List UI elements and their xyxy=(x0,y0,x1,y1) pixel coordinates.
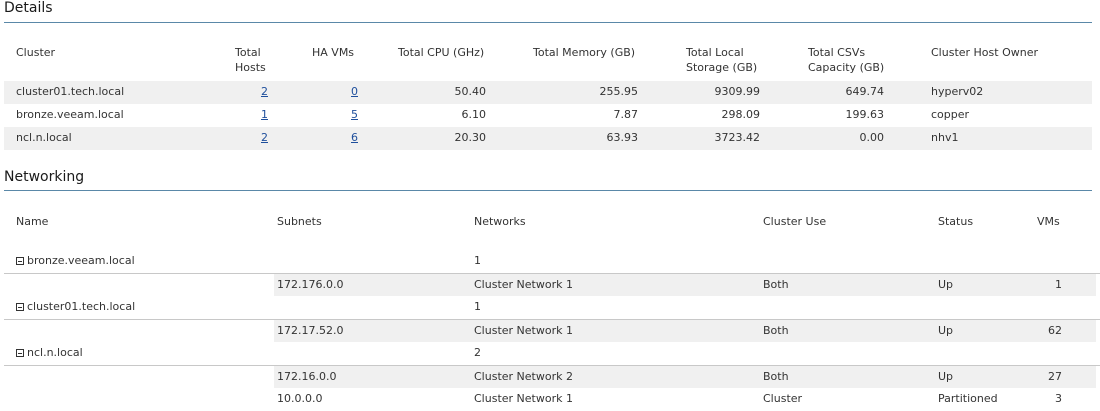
network-name: Cluster Network 1 xyxy=(474,392,573,405)
group-network-count: 1 xyxy=(474,254,481,267)
cluster-use: Both xyxy=(763,278,789,291)
header-ha-vms: HA VMs xyxy=(312,46,355,59)
networking-section-title: Networking xyxy=(4,169,85,185)
total-memory: 63.93 xyxy=(606,131,639,144)
cluster-host-owner: copper xyxy=(931,108,970,121)
group-name[interactable]: ncl.n.local xyxy=(16,346,83,360)
collapse-icon[interactable] xyxy=(16,303,24,311)
network-status: Partitioned xyxy=(938,392,998,405)
subnet: 10.0.0.0 xyxy=(277,392,323,405)
total-memory: 7.87 xyxy=(613,108,639,121)
header-name: Name xyxy=(16,215,49,228)
total-cpu: 6.10 xyxy=(461,108,487,121)
header-status: Status xyxy=(938,215,974,228)
network-name: Cluster Network 1 xyxy=(474,278,573,291)
network-name: Cluster Network 2 xyxy=(474,370,573,383)
total-local-storage: 298.09 xyxy=(721,108,761,121)
total-hosts-link[interactable]: 2 xyxy=(238,85,268,99)
ha-vms-link[interactable]: 5 xyxy=(328,108,358,122)
ha-vms-link[interactable]: 6 xyxy=(328,131,358,145)
details-divider xyxy=(4,22,1092,23)
subnet: 172.17.52.0 xyxy=(277,324,344,337)
header-local-storage-line2: Storage (GB) xyxy=(686,61,758,74)
vm-count: 27 xyxy=(1048,370,1062,383)
group-name-label: ncl.n.local xyxy=(27,346,83,359)
total-local-storage: 3723.42 xyxy=(714,131,761,144)
collapse-icon[interactable] xyxy=(16,349,24,357)
cluster-name: ncl.n.local xyxy=(16,131,72,144)
subnet: 172.16.0.0 xyxy=(277,370,337,383)
network-row-bg xyxy=(274,320,1096,342)
group-name-label: cluster01.tech.local xyxy=(27,300,136,313)
header-csvs-line2: Capacity (GB) xyxy=(808,61,885,74)
total-cpu: 50.40 xyxy=(454,85,487,98)
total-local-storage: 9309.99 xyxy=(714,85,761,98)
total-csvs-capacity: 0.00 xyxy=(859,131,885,144)
header-csvs-line1: Total CSVs xyxy=(808,46,866,59)
cluster-name: cluster01.tech.local xyxy=(16,85,125,98)
header-cluster-use: Cluster Use xyxy=(763,215,827,228)
group-name[interactable]: bronze.veeam.local xyxy=(16,254,135,268)
total-hosts-link[interactable]: 2 xyxy=(238,131,268,145)
cluster-use: Cluster xyxy=(763,392,803,405)
network-status: Up xyxy=(938,370,954,383)
network-row-bg xyxy=(274,366,1096,388)
cluster-use: Both xyxy=(763,370,789,383)
network-status: Up xyxy=(938,324,954,337)
vm-count: 3 xyxy=(1055,392,1062,405)
group-name[interactable]: cluster01.tech.local xyxy=(16,300,135,314)
cluster-use: Both xyxy=(763,324,789,337)
header-subnets: Subnets xyxy=(277,215,322,228)
header-total-hosts-line2: Hosts xyxy=(235,61,266,74)
network-status: Up xyxy=(938,278,954,291)
header-cluster: Cluster xyxy=(16,46,56,59)
header-local-storage-line1: Total Local xyxy=(686,46,744,59)
cluster-host-owner: nhv1 xyxy=(931,131,959,144)
subnet: 172.176.0.0 xyxy=(277,278,344,291)
total-cpu: 20.30 xyxy=(454,131,487,144)
total-csvs-capacity: 649.74 xyxy=(845,85,885,98)
ha-vms-link[interactable]: 0 xyxy=(328,85,358,99)
cluster-name: bronze.veeam.local xyxy=(16,108,124,121)
header-vms: VMs xyxy=(1037,215,1060,228)
header-total-hosts-line1: Total xyxy=(235,46,261,59)
collapse-icon[interactable] xyxy=(16,257,24,265)
header-total-memory: Total Memory (GB) xyxy=(533,46,636,59)
header-networks: Networks xyxy=(474,215,526,228)
header-cluster-host-owner: Cluster Host Owner xyxy=(931,46,1038,59)
cluster-host-owner: hyperv02 xyxy=(931,85,984,98)
network-row-bg xyxy=(274,274,1096,296)
vm-count: 62 xyxy=(1048,324,1062,337)
vm-count: 1 xyxy=(1055,278,1062,291)
group-name-label: bronze.veeam.local xyxy=(27,254,135,267)
total-memory: 255.95 xyxy=(599,85,639,98)
total-csvs-capacity: 199.63 xyxy=(845,108,885,121)
network-name: Cluster Network 1 xyxy=(474,324,573,337)
group-network-count: 1 xyxy=(474,300,481,313)
total-hosts-link[interactable]: 1 xyxy=(238,108,268,122)
networking-divider xyxy=(4,190,1092,191)
group-network-count: 2 xyxy=(474,346,481,359)
header-total-cpu: Total CPU (GHz) xyxy=(398,46,485,59)
details-section-title: Details xyxy=(4,0,53,16)
